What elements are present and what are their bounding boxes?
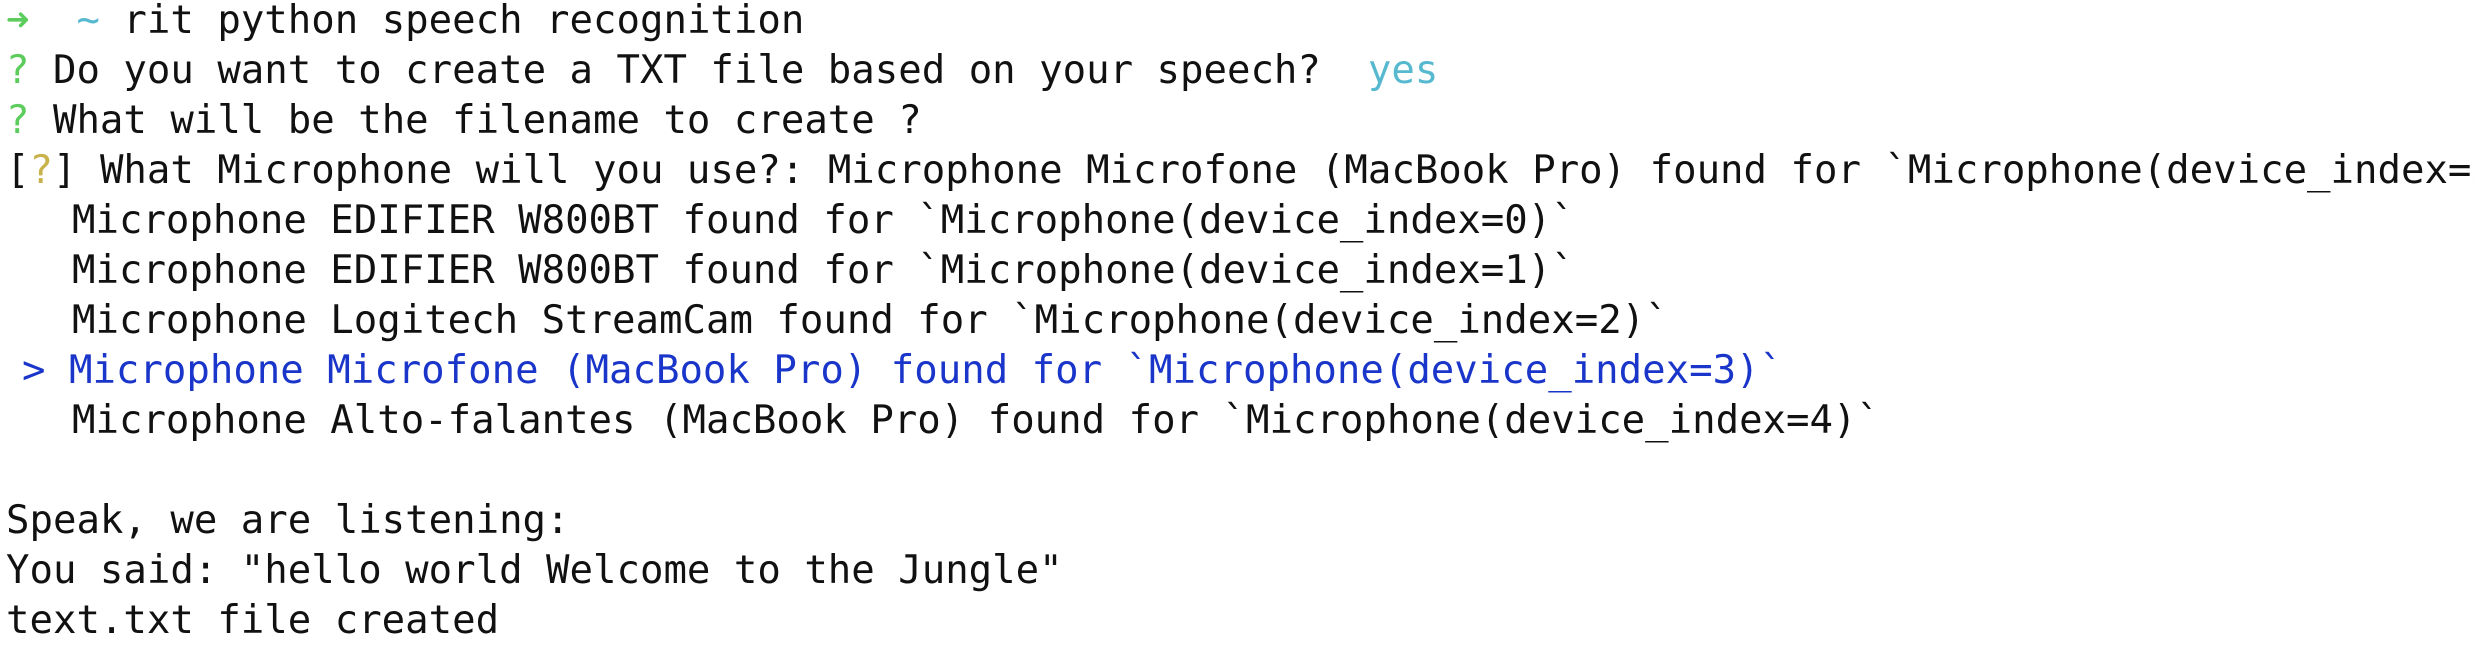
question-text: What will be the filename to create ? <box>52 98 922 143</box>
microphone-option-0[interactable]: Microphone EDIFIER W800BT found for `Mic… <box>72 196 1575 246</box>
question-mark-icon: ? <box>6 48 30 93</box>
command-line: ➜ ~ rit python speech recognition <box>6 0 804 46</box>
output-transcript: You said: "hello world Welcome to the Ju… <box>6 548 1063 593</box>
question-text: Do you want to create a TXT file based o… <box>52 48 1321 93</box>
output-listening: Speak, we are listening: <box>6 498 570 543</box>
microphone-option-1[interactable]: Microphone EDIFIER W800BT found for `Mic… <box>72 246 1575 296</box>
answer-text: yes <box>1367 48 1439 93</box>
select-prompt-text: What Microphone will you use?: Microphon… <box>99 148 2474 193</box>
output-file-created: text.txt file created <box>6 598 500 643</box>
selected-option-label: Microphone Microfone (MacBook Pro) found… <box>68 348 1784 393</box>
command-text: rit python speech recognition <box>123 0 805 43</box>
microphone-option-4[interactable]: Microphone Alto-falantes (MacBook Pro) f… <box>72 396 1880 446</box>
cwd-tilde: ~ <box>76 0 100 43</box>
select-question-mark-icon: ? <box>29 148 53 193</box>
selection-caret-icon: > <box>22 348 46 393</box>
question-txt-file: ? Do you want to create a TXT file based… <box>6 46 1438 96</box>
select-bracket-close: ] <box>52 148 77 193</box>
select-bracket-open: [ <box>6 148 30 193</box>
microphone-option-3-selected[interactable]: > Microphone Microfone (MacBook Pro) fou… <box>22 346 1783 396</box>
microphone-option-2[interactable]: Microphone Logitech StreamCam found for … <box>72 296 1669 346</box>
question-mark-icon: ? <box>6 98 30 143</box>
prompt-arrow-icon: ➜ <box>6 0 30 43</box>
terminal-window[interactable]: ➜ ~ rit python speech recognition ? Do y… <box>0 0 2474 650</box>
question-filename: ? What will be the filename to create ? <box>6 96 922 146</box>
select-prompt: [?] What Microphone will you use?: Micro… <box>6 146 2474 196</box>
